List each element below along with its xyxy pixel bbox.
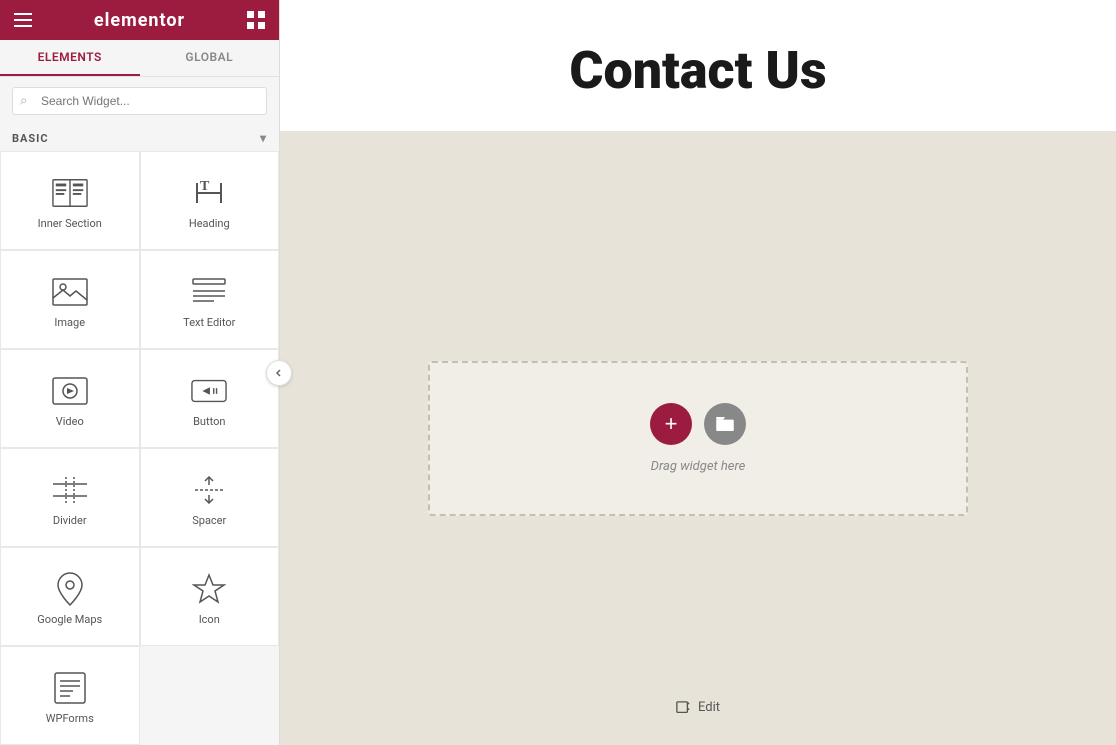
inner-section-icon: [52, 175, 88, 211]
basic-section-header: BASIC ▾: [0, 125, 279, 151]
widget-divider-label: Divider: [53, 514, 87, 527]
widget-button[interactable]: Button: [140, 349, 280, 448]
icon-widget-icon: [191, 571, 227, 607]
widget-wpforms-label: WPForms: [46, 712, 94, 725]
edit-bar[interactable]: Edit: [676, 700, 720, 715]
image-icon: [52, 274, 88, 310]
drop-actions: +: [650, 403, 746, 445]
widget-google-maps[interactable]: Google Maps: [0, 547, 140, 646]
collapse-panel-button[interactable]: [266, 360, 292, 386]
text-editor-icon: [191, 274, 227, 310]
widget-google-maps-label: Google Maps: [37, 613, 102, 626]
page-title: Contact Us: [569, 40, 826, 101]
edit-icon: [676, 701, 690, 715]
widget-text-editor-label: Text Editor: [183, 316, 235, 329]
widget-icon[interactable]: Icon: [140, 547, 280, 646]
tabs: ELEMENTS GLOBAL: [0, 40, 279, 77]
canvas-content: + Drag widget here Edit: [280, 131, 1116, 745]
widget-spacer-label: Spacer: [192, 514, 226, 527]
divider-icon: [52, 472, 88, 508]
widget-button-label: Button: [193, 415, 225, 428]
svg-text:T: T: [200, 179, 210, 194]
video-icon: [52, 373, 88, 409]
widget-inner-section[interactable]: Inner Section: [0, 151, 140, 250]
google-maps-icon: [52, 571, 88, 607]
edit-label: Edit: [698, 700, 720, 715]
widget-image[interactable]: Image: [0, 250, 140, 349]
tab-elements[interactable]: ELEMENTS: [0, 40, 140, 76]
basic-section-label: BASIC: [12, 132, 49, 145]
search-bar: ⌕: [0, 77, 279, 125]
page-title-section: Contact Us: [280, 0, 1116, 131]
widget-inner-section-label: Inner Section: [38, 217, 102, 230]
template-library-button[interactable]: [704, 403, 746, 445]
drop-zone[interactable]: + Drag widget here: [428, 361, 968, 516]
widget-heading-label: Heading: [189, 217, 230, 230]
widget-text-editor[interactable]: Text Editor: [140, 250, 280, 349]
tab-global[interactable]: GLOBAL: [140, 40, 280, 76]
grid-icon[interactable]: [247, 11, 265, 29]
widget-wpforms[interactable]: WPForms: [0, 646, 140, 745]
add-widget-button[interactable]: +: [650, 403, 692, 445]
widget-video[interactable]: Video: [0, 349, 140, 448]
hamburger-icon[interactable]: [14, 11, 32, 29]
wpforms-icon: [52, 670, 88, 706]
logo: elementor: [94, 10, 185, 31]
widget-grid: Inner Section T Heading: [0, 151, 279, 745]
widget-divider[interactable]: Divider: [0, 448, 140, 547]
drop-zone-text: Drag widget here: [651, 459, 746, 474]
widget-video-label: Video: [56, 415, 84, 428]
widget-icon-label: Icon: [199, 613, 220, 626]
search-icon: ⌕: [20, 94, 27, 109]
spacer-icon: [191, 472, 227, 508]
search-input[interactable]: [12, 87, 267, 115]
left-panel: elementor ELEMENTS GLOBAL ⌕ BASIC ▾: [0, 0, 280, 745]
main-canvas: Contact Us + Drag widget here: [280, 0, 1116, 745]
button-icon: [191, 373, 227, 409]
widget-heading[interactable]: T Heading: [140, 151, 280, 250]
chevron-down-icon[interactable]: ▾: [260, 131, 267, 145]
top-bar: elementor: [0, 0, 279, 40]
widget-spacer[interactable]: Spacer: [140, 448, 280, 547]
heading-icon: T: [191, 175, 227, 211]
widget-image-label: Image: [54, 316, 85, 329]
